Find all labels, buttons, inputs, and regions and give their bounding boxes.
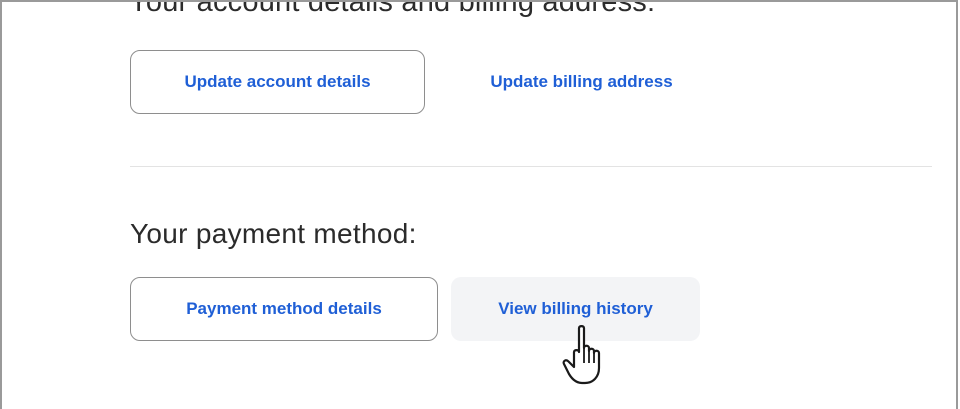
payment-section-heading: Your payment method: [130,218,417,249]
update-billing-address-button[interactable]: Update billing address [439,50,724,114]
update-account-details-label: Update account details [184,72,371,91]
update-billing-address-label: Update billing address [490,72,673,91]
view-billing-history-label: View billing history [498,299,653,318]
view-billing-history-button[interactable]: View billing history [451,277,700,341]
payment-method-details-label: Payment method details [186,299,382,318]
section-divider [130,166,932,167]
account-section-heading: Your account details and billing address… [129,0,656,18]
billing-panel: Your account details and billing address… [0,0,958,409]
payment-method-details-button[interactable]: Payment method details [130,277,438,341]
update-account-details-button[interactable]: Update account details [130,50,425,114]
